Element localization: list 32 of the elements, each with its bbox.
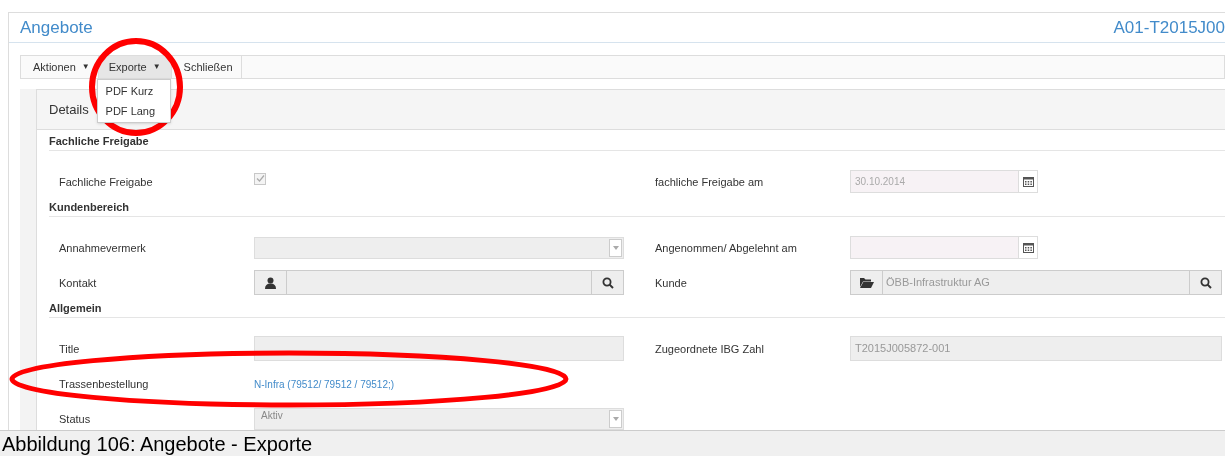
toolbar-button[interactable]: Exporte ▼ xyxy=(98,56,172,78)
date-field[interactable] xyxy=(850,236,1038,259)
toolbar-button[interactable]: Schließen xyxy=(171,56,242,78)
field-label: Kunde xyxy=(655,277,687,290)
field-label: fachliche Freigabe am xyxy=(655,176,764,189)
field-label: Angenommen/ Abgelehnt am xyxy=(655,242,797,255)
calendar-icon xyxy=(1022,176,1034,187)
link[interactable]: N-Infra (79512/ 79512 / 79512;) xyxy=(254,379,395,390)
field-label: Annahmevermerk xyxy=(59,242,146,255)
menu-item[interactable]: PDF Lang xyxy=(97,101,170,121)
record-id: A01-T2015J00 xyxy=(1113,16,1225,39)
toolbar-button[interactable]: Aktionen ▼ xyxy=(21,56,99,78)
field-label: Title xyxy=(59,343,80,356)
dropdown-field[interactable] xyxy=(254,236,624,259)
search-icon xyxy=(601,276,614,289)
figure-caption: Abbildung 106: Angebote - Exporte xyxy=(2,431,313,456)
field-label: Fachliche Freigabe xyxy=(59,176,153,189)
section-heading: Fachliche Freigabe xyxy=(49,135,1225,151)
section-heading: Allgemein xyxy=(49,302,1225,318)
search-icon xyxy=(1199,276,1212,289)
person-icon xyxy=(265,276,276,289)
field-label: Trassenbestellung xyxy=(59,378,149,391)
field-label: Zugeordnete IBG Zahl xyxy=(655,343,764,356)
menu-item[interactable]: PDF Kurz xyxy=(97,81,170,101)
checkbox[interactable] xyxy=(254,172,266,185)
page-title: Angebote xyxy=(20,16,93,39)
field-label: Kontakt xyxy=(59,277,97,290)
field-label: Status xyxy=(59,413,91,426)
section-heading: Kundenbereich xyxy=(49,201,1225,217)
folder-icon xyxy=(859,277,874,288)
calendar-icon xyxy=(1022,242,1034,253)
lookup-field[interactable] xyxy=(254,270,624,295)
